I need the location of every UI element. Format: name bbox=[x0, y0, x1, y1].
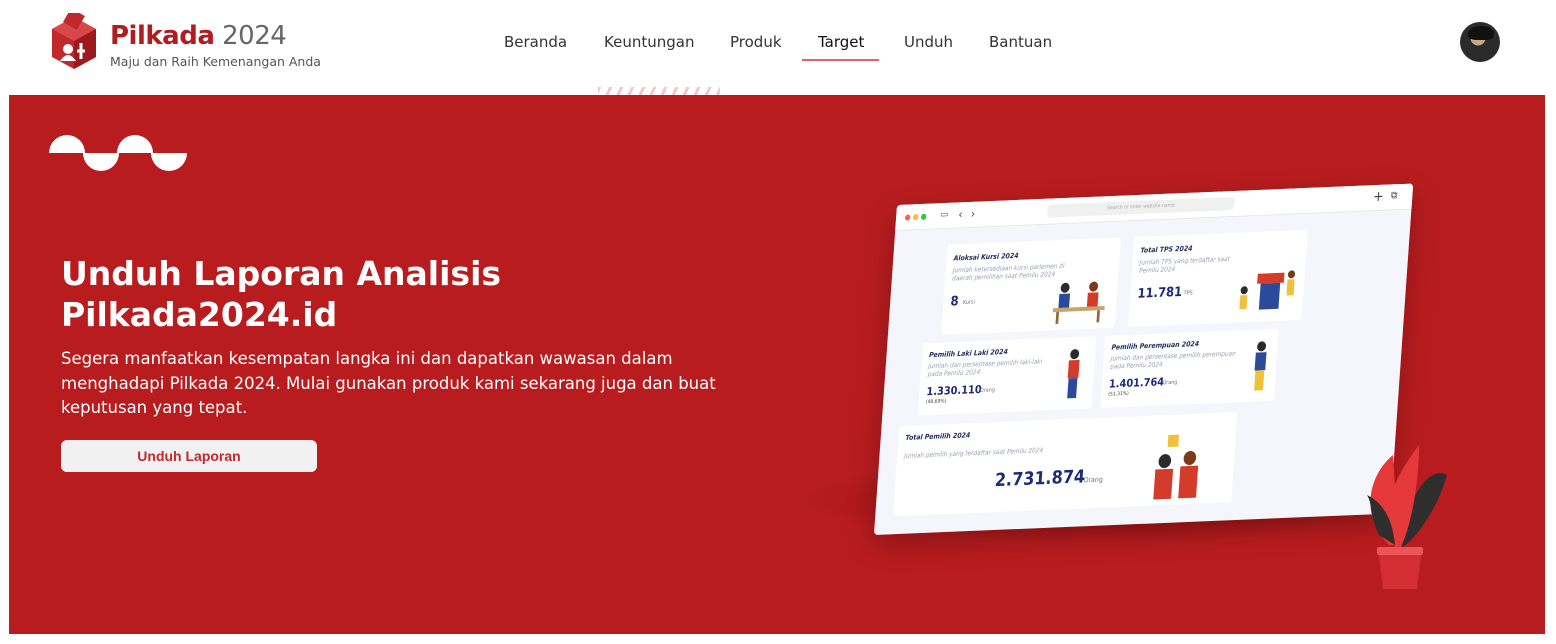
brand-tagline: Maju dan Raih Kemenangan Anda bbox=[110, 54, 321, 69]
nav-item-unduh[interactable]: Unduh bbox=[904, 33, 953, 51]
plant-decoration-icon bbox=[1367, 445, 1447, 589]
site-header: Pilkada 2024 Maju dan Raih Kemenangan An… bbox=[0, 0, 1556, 90]
download-report-button[interactable]: Unduh Laporan bbox=[61, 440, 317, 472]
new-tab-icon: + bbox=[1372, 188, 1385, 206]
card-alokasi-kursi: Aloksai Kursi 2024 Jumlah ketersediaan k… bbox=[941, 237, 1122, 335]
card-percent: (48,69%) bbox=[925, 398, 947, 406]
nav-item-beranda[interactable]: Beranda bbox=[504, 33, 567, 51]
card-title: Total Pemilih 2024 bbox=[905, 431, 971, 442]
voters-illustration-icon bbox=[1153, 434, 1199, 500]
card-pemilih-perempuan: Pemilih Perempuan 2024 Jumlah dan persen… bbox=[1100, 328, 1279, 408]
card-value: 1.330.110 bbox=[926, 382, 983, 399]
card-title: Pemilih Perempuan 2024 bbox=[1111, 339, 1200, 352]
user-avatar[interactable] bbox=[1460, 22, 1500, 62]
hero-description: Segera manfaatkan kesempatan langka ini … bbox=[61, 349, 716, 417]
browser-window: ▭ ‹ › Search or enter website name + ⧉ A… bbox=[873, 183, 1414, 536]
card-subtitle: Jumlah dan persentase pemilih laki-laki … bbox=[927, 357, 1043, 379]
card-subtitle: Jumlah dan persentase pemilih perempuan … bbox=[1109, 349, 1237, 371]
card-percent: (51,31%) bbox=[1108, 390, 1129, 398]
dashboard-mockup: ▭ ‹ › Search or enter website name + ⧉ A… bbox=[832, 180, 1414, 540]
card-value: 8 bbox=[950, 294, 960, 310]
card-subtitle: Jumlah TPS yang terdaftar saat Pemilu 20… bbox=[1138, 254, 1231, 275]
ballot-box-logo-icon[interactable] bbox=[48, 13, 100, 73]
sidebar-icon: ▭ bbox=[940, 209, 949, 221]
brand-title: Pilkada 2024 bbox=[110, 20, 321, 52]
active-nav-indicator bbox=[802, 59, 879, 61]
card-pemilih-laki-laki: Pemilih Laki Laki 2024 Jumlah dan persen… bbox=[917, 336, 1097, 416]
card-unit: Orang bbox=[1162, 379, 1178, 387]
card-unit: Orang bbox=[979, 387, 996, 395]
hero-section: Unduh Laporan Analisis Pilkada2024.id Se… bbox=[9, 95, 1545, 634]
brand-name: Pilkada bbox=[110, 21, 215, 51]
nav-item-bantuan[interactable]: Bantuan bbox=[989, 33, 1052, 51]
card-title: Total TPS 2024 bbox=[1140, 244, 1193, 255]
address-bar: Search or enter website name bbox=[1046, 196, 1235, 218]
minimize-dot-icon bbox=[912, 214, 919, 221]
wave-decoration-icon bbox=[49, 135, 187, 171]
card-subtitle: Jumlah pemilih yang terdaftar saat Pemil… bbox=[904, 446, 1044, 460]
brand-year: 2024 bbox=[222, 21, 287, 51]
tabs-icon: ⧉ bbox=[1390, 190, 1398, 202]
maximize-dot-icon bbox=[920, 213, 927, 220]
card-unit: Kursi bbox=[962, 299, 976, 306]
card-value: 1.401.764 bbox=[1108, 375, 1165, 391]
male-voter-illustration-icon bbox=[1067, 349, 1080, 399]
card-total-pemilih: Total Pemilih 2024 Jumlah pemilih yang t… bbox=[892, 412, 1238, 517]
meeting-illustration-icon bbox=[1052, 281, 1105, 325]
nav-item-keuntungan[interactable]: Keuntungan bbox=[604, 33, 694, 51]
hero-title: Unduh Laporan Analisis Pilkada2024.id bbox=[61, 254, 502, 334]
card-value: 2.731.874 bbox=[994, 466, 1086, 492]
close-dot-icon bbox=[904, 214, 911, 221]
card-unit: Orang bbox=[1083, 475, 1104, 485]
decorative-dashes bbox=[598, 87, 720, 95]
card-title: Pemilih Laki Laki 2024 bbox=[928, 347, 1009, 360]
back-icon: ‹ bbox=[957, 207, 964, 222]
nav-item-produk[interactable]: Produk bbox=[730, 33, 782, 51]
card-value: 11.781 bbox=[1136, 284, 1183, 302]
female-voter-illustration-icon bbox=[1254, 341, 1267, 391]
card-title: Aloksai Kursi 2024 bbox=[953, 251, 1019, 263]
forward-icon: › bbox=[970, 206, 976, 221]
nav-item-target[interactable]: Target bbox=[818, 33, 864, 51]
card-unit: TPS bbox=[1183, 290, 1193, 297]
browser-toolbar: ▭ ‹ › Search or enter website name + ⧉ bbox=[895, 183, 1414, 231]
polling-station-illustration-icon bbox=[1239, 270, 1296, 310]
card-total-tps: Total TPS 2024 Jumlah TPS yang terdaftar… bbox=[1128, 229, 1308, 328]
brand[interactable]: Pilkada 2024 Maju dan Raih Kemenangan An… bbox=[110, 20, 321, 69]
